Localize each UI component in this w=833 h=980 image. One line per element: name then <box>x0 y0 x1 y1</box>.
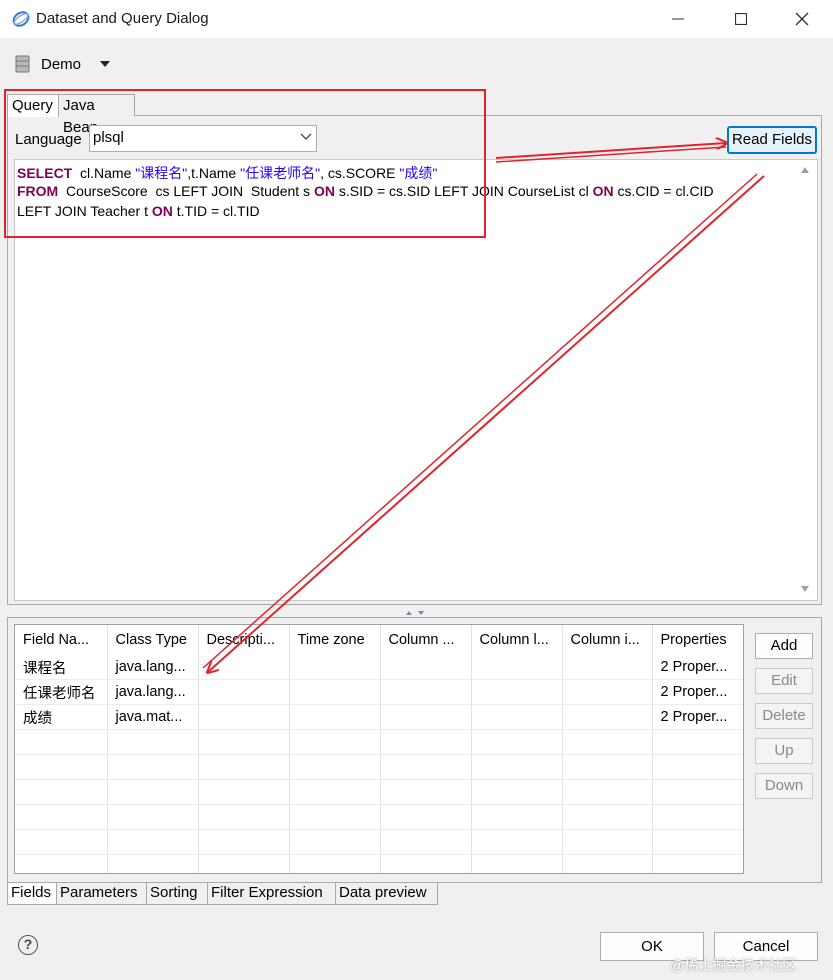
table-cell[interactable] <box>471 655 563 680</box>
scroll-down-icon[interactable] <box>800 585 810 593</box>
sql-string: "课程名" <box>135 165 188 181</box>
sql-text: CourseScore cs LEFT JOIN Student s <box>58 183 314 199</box>
table-cell[interactable]: 课程名 <box>15 655 108 680</box>
table-cell[interactable]: 任课老师名 <box>15 679 108 705</box>
title-bar: Dataset and Query Dialog <box>0 0 833 38</box>
window-title: Dataset and Query Dialog <box>36 10 209 27</box>
table-row[interactable]: 任课老师名 java.lang... 2 Proper... <box>15 679 743 705</box>
table-cell[interactable] <box>198 704 290 730</box>
sql-keyword: ON <box>151 203 173 219</box>
splitter-handle[interactable] <box>404 610 428 616</box>
table-cell[interactable] <box>471 704 563 730</box>
table-cell[interactable] <box>198 679 290 705</box>
table-cell[interactable]: java.mat... <box>107 704 199 730</box>
table-cell[interactable] <box>380 655 472 680</box>
database-icon[interactable] <box>15 55 30 73</box>
table-cell[interactable] <box>471 679 563 705</box>
sql-keyword: ON <box>592 183 614 199</box>
table-cell[interactable]: 2 Proper... <box>652 704 743 730</box>
table-cell[interactable]: java.lang... <box>107 655 199 680</box>
table-cell[interactable]: 2 Proper... <box>652 679 743 705</box>
table-cell[interactable] <box>289 679 381 705</box>
edit-button[interactable]: Edit <box>755 668 813 694</box>
sql-editor[interactable] <box>14 159 818 601</box>
minimize-button[interactable] <box>647 0 709 38</box>
table-cell[interactable] <box>562 679 653 705</box>
caret-down-icon[interactable] <box>100 61 110 67</box>
sql-keyword: SELECT <box>17 165 73 181</box>
data-source-name[interactable]: Demo <box>41 56 81 73</box>
close-button[interactable] <box>771 0 833 38</box>
column-header[interactable]: Class Type <box>107 625 199 655</box>
tab-parameters[interactable]: Parameters <box>56 883 147 905</box>
table-row <box>15 729 743 755</box>
table-cell[interactable]: java.lang... <box>107 679 199 705</box>
minimize-icon <box>672 18 684 20</box>
sql-text: cs.CID = cl.CID <box>613 183 714 199</box>
column-header[interactable]: Time zone <box>289 625 381 655</box>
fields-table: Field Na... Class Type Descripti... Time… <box>14 624 744 874</box>
table-cell[interactable] <box>562 655 653 680</box>
tab-query[interactable]: Query <box>7 94 59 117</box>
table-row <box>15 854 743 873</box>
maximize-button[interactable] <box>710 0 772 38</box>
table-cell[interactable]: 成绩 <box>15 704 108 730</box>
tab-sorting[interactable]: Sorting <box>146 883 208 905</box>
language-label: Language <box>15 131 82 148</box>
column-header[interactable]: Column ... <box>380 625 472 655</box>
sql-line-3: LEFT JOIN Teacher t ON t.TID = cl.TID <box>17 203 260 219</box>
column-header[interactable]: Descripti... <box>198 625 290 655</box>
tab-fields[interactable]: Fields <box>7 883 57 905</box>
table-header-row: Field Na... Class Type Descripti... Time… <box>15 625 743 655</box>
down-button[interactable]: Down <box>755 773 813 799</box>
column-header[interactable]: Field Na... <box>15 625 108 655</box>
tab-java-bean[interactable]: Java Bean <box>58 94 135 136</box>
sql-text: s.SID = cs.SID LEFT JOIN CourseList cl <box>334 183 593 199</box>
chevron-down-icon[interactable] <box>300 133 312 141</box>
table-row <box>15 779 743 805</box>
add-button[interactable]: Add <box>755 633 813 659</box>
table-cell[interactable] <box>562 704 653 730</box>
tab-data-preview[interactable]: Data preview <box>335 883 438 905</box>
column-header[interactable]: Column l... <box>471 625 563 655</box>
tab-filter-expression[interactable]: Filter Expression <box>207 883 336 905</box>
table-cell[interactable] <box>380 704 472 730</box>
table-row <box>15 829 743 855</box>
watermark: @稀土掘金技术社区 <box>670 957 797 973</box>
table-row <box>15 754 743 780</box>
column-header[interactable]: Column i... <box>562 625 653 655</box>
table-row[interactable]: 课程名 java.lang... 2 Proper... <box>15 655 743 680</box>
scroll-up-icon[interactable] <box>800 166 810 174</box>
sql-line-2: FROM CourseScore cs LEFT JOIN Student s … <box>17 183 714 199</box>
language-value: plsql <box>93 129 124 146</box>
table-cell[interactable]: 2 Proper... <box>652 655 743 680</box>
close-icon <box>795 12 809 26</box>
sql-text: LEFT JOIN Teacher t <box>17 203 152 219</box>
sql-text: cl.Name <box>72 165 136 181</box>
table-cell[interactable] <box>198 655 290 680</box>
table-row[interactable]: 成绩 java.mat... 2 Proper... <box>15 704 743 730</box>
table-row <box>15 804 743 830</box>
sql-keyword: FROM <box>17 183 59 199</box>
sql-line-1: SELECT cl.Name "课程名",t.Name "任课老师名", cs.… <box>17 163 437 183</box>
eclipse-birt-icon <box>12 11 30 27</box>
sql-string: "成绩" <box>399 165 438 181</box>
maximize-icon <box>735 13 747 25</box>
help-icon[interactable]: ? <box>18 935 38 955</box>
sql-string: "任课老师名" <box>240 165 321 181</box>
sql-text: t.TID = cl.TID <box>172 203 260 219</box>
sql-text: , cs.SCORE <box>320 165 400 181</box>
delete-button[interactable]: Delete <box>755 703 813 729</box>
table-cell[interactable] <box>380 679 472 705</box>
table-cell[interactable] <box>289 704 381 730</box>
table-cell[interactable] <box>289 655 381 680</box>
sql-keyword: ON <box>313 183 335 199</box>
column-header[interactable]: Properties <box>652 625 743 655</box>
sql-text: ,t.Name <box>187 165 241 181</box>
up-button[interactable]: Up <box>755 738 813 764</box>
read-fields-button[interactable]: Read Fields <box>727 126 817 154</box>
